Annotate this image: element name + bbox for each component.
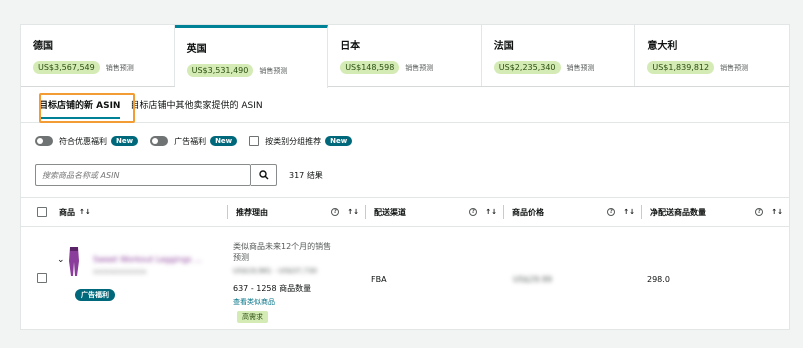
forecast-label: 销售预测 <box>405 63 434 72</box>
reason-text: 类似商品未来12个月的销售 预测 <box>233 242 332 262</box>
asin-subtabs: 目标店铺的新 ASIN 目标店铺中其他卖家提供的 ASIN <box>21 87 789 123</box>
filter-bar: 符合优惠福利 New 广告福利 New 按类别分组推荐 New <box>21 123 789 159</box>
help-icon[interactable]: ? <box>607 208 616 216</box>
sales-amount-badge: US$2,235,340 <box>493 61 561 74</box>
column-header-price: 商品价格 <box>512 207 544 217</box>
help-icon[interactable]: ? <box>469 208 478 216</box>
select-all-checkbox[interactable] <box>37 207 47 217</box>
market-tab-fr[interactable]: 法国 US$2,235,340 销售预测 <box>481 25 636 86</box>
forecast-label: 销售预测 <box>566 63 595 72</box>
promo-toggle[interactable] <box>35 136 53 146</box>
forecast-label: 销售预测 <box>259 66 288 75</box>
search-button[interactable] <box>251 164 277 186</box>
forecast-label: 销售预测 <box>105 63 134 72</box>
row-checkbox[interactable] <box>37 273 47 283</box>
new-badge: New <box>325 136 353 146</box>
sales-amount-badge: US$3,531,490 <box>186 64 254 77</box>
market-tab-it[interactable]: 意大利 US$1,839,812 销售预测 <box>635 25 789 86</box>
fulfillment-channel: FBA <box>371 275 387 284</box>
net-shipped-quantity: 298.0 <box>647 275 670 284</box>
market-name: 英国 <box>186 44 207 55</box>
tab-other-sellers-asin[interactable]: 目标店铺中其他卖家提供的 ASIN <box>130 94 262 115</box>
market-tab-uk[interactable]: 英国 US$3,531,490 销售预测 <box>174 25 329 88</box>
product-title-link[interactable]: Sweet Workout Leggings ... <box>93 255 202 264</box>
sales-amount-badge: US$3,567,549 <box>33 61 100 74</box>
market-name: 日本 <box>340 41 361 52</box>
sort-icon[interactable]: ↑↓ <box>79 208 91 216</box>
column-header-quantity: 净配送商品数量 <box>650 207 706 217</box>
sales-amount-badge: US$1,839,812 <box>647 61 715 74</box>
help-icon[interactable]: ? <box>331 208 340 216</box>
sort-icon[interactable]: ↑↓ <box>771 208 783 216</box>
help-icon[interactable]: ? <box>755 208 764 216</box>
column-header-product: 商品 <box>59 207 75 217</box>
quantity-range: 637 - 1258 商品数量 <box>233 284 312 293</box>
market-name: 意大利 <box>647 41 678 52</box>
market-name: 德国 <box>33 41 53 52</box>
search-icon <box>258 170 268 180</box>
sort-icon[interactable]: ↑↓ <box>623 208 635 216</box>
column-divider <box>641 205 642 219</box>
column-header-channel: 配送渠道 <box>374 207 406 217</box>
ad-label: 广告福利 <box>174 136 207 146</box>
ad-benefit-badge: 广告福利 <box>75 289 115 301</box>
highlight-annotation-box <box>39 93 135 123</box>
product-thumbnail[interactable] <box>67 247 81 277</box>
product-price: US$29.99 <box>513 275 552 284</box>
column-divider <box>227 205 228 219</box>
results-count: 317 结果 <box>289 170 323 180</box>
sales-amount-badge: US$148,598 <box>340 61 400 74</box>
chevron-down-icon[interactable]: ⌄ <box>57 255 65 265</box>
demand-badge: 高需求 <box>237 311 268 323</box>
market-tab-jp[interactable]: 日本 US$148,598 销售预测 <box>328 25 482 86</box>
sales-forecast-range: US$19,981 - US$37,730 <box>233 267 318 275</box>
new-badge: New <box>111 136 139 146</box>
marketplace-tabs: 德国 US$3,567,549 销售预测 英国 US$3,531,490 销售预… <box>21 25 789 88</box>
view-similar-link[interactable]: 查看类似商品 <box>233 297 275 307</box>
column-divider <box>365 205 366 219</box>
table-row[interactable]: ⌄ Sweet Workout Leggings ... XXXXXXXXXXX… <box>21 227 789 329</box>
recommendations-card: 德国 US$3,567,549 销售预测 英国 US$3,531,490 销售预… <box>20 24 790 330</box>
product-sku: XXXXXXXXXXXXX <box>93 269 147 276</box>
new-badge: New <box>210 136 238 146</box>
ad-toggle[interactable] <box>150 136 169 146</box>
group-label: 按类别分组推荐 <box>265 136 322 146</box>
search-row: 317 结果 <box>21 159 789 191</box>
sort-icon[interactable]: ↑↓ <box>347 208 359 216</box>
search-input[interactable] <box>35 164 251 186</box>
promo-label: 符合优惠福利 <box>59 136 107 146</box>
column-header-reason: 推荐理由 <box>236 207 268 217</box>
market-tab-de[interactable]: 德国 US$3,567,549 销售预测 <box>21 25 175 86</box>
market-name: 法国 <box>493 41 514 52</box>
group-by-category-checkbox[interactable] <box>249 136 260 146</box>
table-header: 商品 ↑↓ 推荐理由 ? ↑↓ 配送渠道 ? ↑↓ 商品价格 ? ↑↓ 净配送商… <box>21 197 789 227</box>
forecast-label: 销售预测 <box>720 63 749 72</box>
column-divider <box>503 205 504 219</box>
sort-icon[interactable]: ↑↓ <box>485 208 497 216</box>
